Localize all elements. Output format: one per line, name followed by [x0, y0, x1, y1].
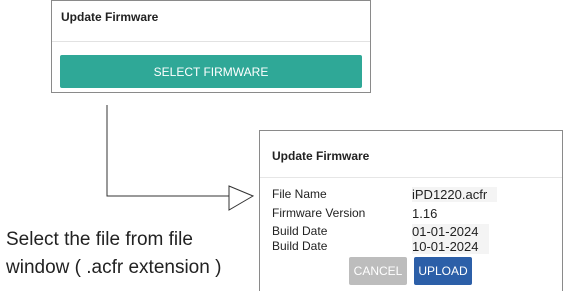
- field-label: Firmware Version: [272, 206, 366, 220]
- firmware-version-row: Firmware Version 1.16: [272, 206, 552, 222]
- caption-line: Select the file from file: [6, 229, 193, 250]
- caption-line: window ( .acfr extension ): [6, 257, 222, 278]
- arrow-head-icon: [228, 185, 255, 211]
- cancel-button[interactable]: CANCEL: [349, 257, 407, 285]
- build-date-row: Build Date 01-01-2024: [272, 224, 552, 240]
- field-value: 1.16: [412, 206, 438, 221]
- field-label: Build Date: [272, 224, 328, 238]
- field-label: File Name: [272, 187, 327, 201]
- field-label: Build Date: [272, 239, 328, 253]
- instruction-caption: Select the file from file window ( .acfr…: [6, 226, 256, 282]
- field-value: 01-01-2024: [412, 224, 489, 239]
- file-name-row: File Name iPD1220.acfr: [272, 187, 552, 203]
- divider: [260, 177, 562, 178]
- dialog-title: Update Firmware: [272, 149, 370, 163]
- field-value: 10-01-2024: [412, 239, 489, 254]
- upload-firmware-dialog: Update Firmware File Name iPD1220.acfr F…: [259, 130, 563, 291]
- field-value: iPD1220.acfr: [412, 187, 498, 202]
- build-date-row: Build Date 10-01-2024: [272, 239, 552, 255]
- upload-button[interactable]: UPLOAD: [414, 257, 472, 285]
